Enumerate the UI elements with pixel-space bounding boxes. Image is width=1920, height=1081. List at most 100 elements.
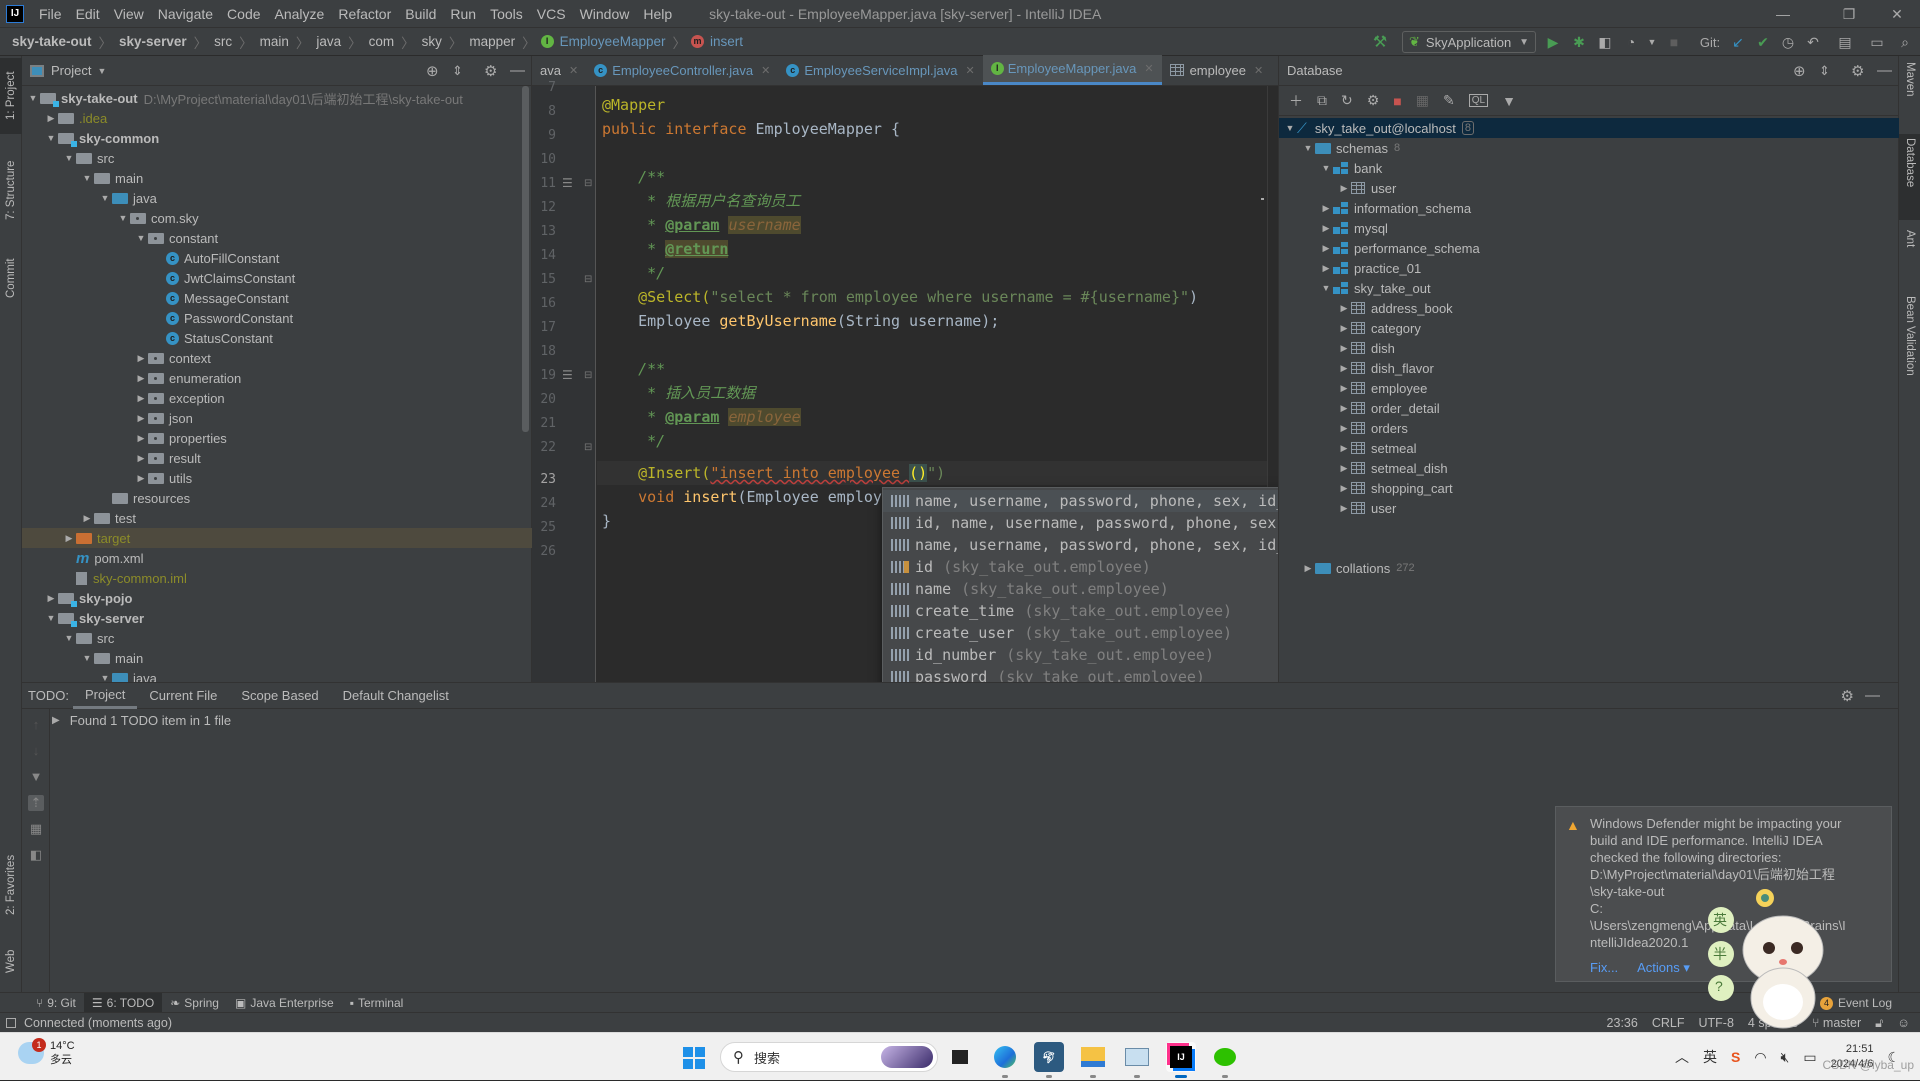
group-by-icon[interactable]: ▦ (28, 821, 44, 837)
expand-arrow-icon[interactable]: ▶ (44, 113, 58, 124)
collapse-arrow-icon[interactable]: ▼ (80, 173, 94, 183)
taskbar-app-task-view[interactable] (945, 1042, 975, 1072)
breadcrumb-sky[interactable]: sky (420, 34, 444, 49)
expand-arrow-icon[interactable]: ▶ (134, 433, 148, 444)
breadcrumb-project[interactable]: sky-take-out (10, 34, 94, 49)
hide-panel-icon[interactable]: — (1865, 687, 1880, 704)
expand-arrow-icon[interactable]: ▶ (134, 353, 148, 364)
expand-arrow-icon[interactable]: ▶ (1337, 483, 1351, 494)
project-tree-item[interactable]: ▼ src (22, 148, 532, 168)
project-tree-item[interactable]: c PasswordConstant (22, 308, 532, 328)
git-commit-icon[interactable]: ✔ (1753, 32, 1773, 52)
add-datasource-icon[interactable]: ＋ (1289, 91, 1303, 111)
expand-arrow-icon[interactable]: ▶ (1337, 463, 1351, 474)
project-tree-item[interactable]: ▶ enumeration (22, 368, 532, 388)
expand-arrow-icon[interactable]: ▶ (1319, 263, 1333, 274)
weather-widget[interactable]: 1 14°C 多云 (18, 1038, 75, 1067)
menu-code[interactable]: Code (220, 6, 267, 22)
datasource-properties-icon[interactable]: ⚙ (1367, 92, 1380, 109)
inspector-icon[interactable]: ☺︎ (1897, 1016, 1910, 1030)
database-tree-item[interactable]: ▶ information_schema (1279, 198, 1899, 218)
project-tree-item[interactable]: ▼ src (22, 628, 532, 648)
tool-tab-ant[interactable]: Ant (1899, 226, 1920, 286)
project-tree-item[interactable]: ▶ result (22, 448, 532, 468)
project-tree-item[interactable]: ▼ main (22, 168, 532, 188)
read-only-lock-icon[interactable]: 🔓︎ (1875, 1016, 1883, 1031)
settings-gear-icon[interactable]: ⚙ (1841, 687, 1854, 705)
collapse-arrow-icon[interactable]: ▼ (134, 233, 148, 243)
coverage-icon[interactable]: ◧ (1595, 32, 1615, 52)
database-tree-item[interactable]: ▶ category (1279, 318, 1899, 338)
hide-panel-icon[interactable]: — (1877, 62, 1892, 79)
database-tree-item[interactable]: ▶ dish_flavor (1279, 358, 1899, 378)
debug-icon[interactable]: ✱ (1569, 32, 1589, 52)
collapse-all-icon[interactable]: ⇕ (1819, 63, 1830, 79)
show-hidden-icons-chevron[interactable]: ︿ (1675, 1047, 1689, 1067)
expand-arrow-icon[interactable]: ▶ (62, 533, 76, 544)
database-tree-item[interactable]: ▼ schemas 8 (1279, 138, 1899, 158)
database-tree-item[interactable]: ▶ employee (1279, 378, 1899, 398)
expand-arrow-icon[interactable]: ▶ (1319, 223, 1333, 234)
tool-tab-structure[interactable]: 7: Structure (0, 148, 22, 232)
project-tree-item[interactable]: ▼ sky-server (22, 608, 532, 628)
project-tree-item[interactable]: c MessageConstant (22, 288, 532, 308)
run-configuration-select[interactable]: ❦ SkyApplication ▼ (1402, 31, 1536, 53)
menu-view[interactable]: View (107, 6, 151, 22)
tool-tab-favorites[interactable]: 2: Favorites (0, 840, 22, 930)
tool-tab-commit[interactable]: Commit (0, 246, 22, 310)
tool-tab-terminal[interactable]: ▪ Terminal (342, 993, 412, 1013)
collapse-arrow-icon[interactable]: ▼ (98, 193, 112, 203)
tool-tab-database[interactable]: Database (1899, 134, 1920, 220)
collapse-arrow-icon[interactable]: ▼ (1319, 163, 1333, 173)
breadcrumb-main[interactable]: main (258, 34, 291, 49)
project-tree-item[interactable]: ▼ sky-take-out D:\MyProject\material\day01… (22, 88, 532, 108)
filter-icon[interactable]: ▼ (1502, 93, 1516, 109)
expand-arrow-icon[interactable]: ▶ (1337, 323, 1351, 334)
windows-start-button[interactable] (683, 1047, 705, 1069)
todo-tab-current-file[interactable]: Current File (137, 683, 229, 709)
toggle-tool-windows-icon[interactable] (6, 1017, 16, 1028)
todo-tab-scope-based[interactable]: Scope Based (229, 683, 330, 709)
expand-arrow-icon[interactable]: ▶ (134, 473, 148, 484)
editor-tab-employee-table[interactable]: employee ✕ (1162, 55, 1272, 85)
project-tree-item[interactable]: ▶ exception (22, 388, 532, 408)
project-tree-item[interactable]: ▶ .idea (22, 108, 532, 128)
menu-tools[interactable]: Tools (483, 6, 530, 22)
collapse-arrow-icon[interactable]: ▼ (1283, 123, 1297, 133)
fold-icon[interactable]: ⊟ (584, 442, 592, 453)
tool-tab-maven[interactable]: Maven (1899, 58, 1920, 130)
database-tree-item[interactable]: ▶ collations 272 (1279, 558, 1899, 578)
collapse-arrow-icon[interactable]: ▼ (1301, 143, 1315, 153)
collapse-all-icon[interactable]: ⇕ (452, 63, 463, 79)
profile-icon[interactable]: ◔ (1621, 32, 1641, 52)
caret-position[interactable]: 23:36 (1607, 1016, 1638, 1030)
database-tree-item[interactable]: ▶ user (1279, 178, 1899, 198)
collapse-arrow-icon[interactable]: ▼ (80, 653, 94, 663)
hide-panel-icon[interactable]: — (510, 62, 525, 79)
ime-language-indicator[interactable]: 英 (1703, 1047, 1717, 1067)
expand-arrow-icon[interactable]: ▶ (134, 413, 148, 424)
project-tree-item[interactable]: ▶ test (22, 508, 532, 528)
project-scrollbar[interactable] (522, 86, 529, 432)
breadcrumb-method[interactable]: insert (708, 34, 745, 49)
profile-dropdown-icon[interactable]: ▼ (1642, 32, 1662, 52)
close-tab-icon[interactable]: ✕ (761, 64, 770, 77)
search-everywhere-icon[interactable]: ⌕ (1895, 32, 1915, 52)
database-tree-item[interactable]: ▶ dish (1279, 338, 1899, 358)
tool-tab-project[interactable]: 1: Project (0, 58, 22, 134)
sogou-ime-icon[interactable]: S (1731, 1049, 1740, 1065)
disconnect-icon[interactable]: ■ (1393, 93, 1401, 109)
expand-arrow-icon[interactable]: ▶ (1319, 243, 1333, 254)
build-hammer-icon[interactable]: ⚒ (1370, 32, 1390, 52)
fix-link[interactable]: Fix... (1590, 960, 1618, 975)
expand-arrow-icon[interactable]: ▶ (1337, 183, 1351, 194)
minimize-button[interactable]: — (1760, 0, 1806, 28)
expand-arrow-icon[interactable]: ▶ (1301, 563, 1315, 574)
stop-icon[interactable]: ■ (1664, 32, 1684, 52)
doc-comment-icon[interactable]: ☰ (562, 176, 573, 190)
close-window-button[interactable]: ✕ (1874, 0, 1920, 28)
expand-arrow-icon[interactable]: ▶ (1337, 403, 1351, 414)
collapse-arrow-icon[interactable]: ▼ (44, 613, 58, 623)
todo-summary[interactable]: ▶ Found 1 TODO item in 1 file (52, 713, 231, 728)
project-tree-item[interactable]: ▼ com.sky (22, 208, 532, 228)
